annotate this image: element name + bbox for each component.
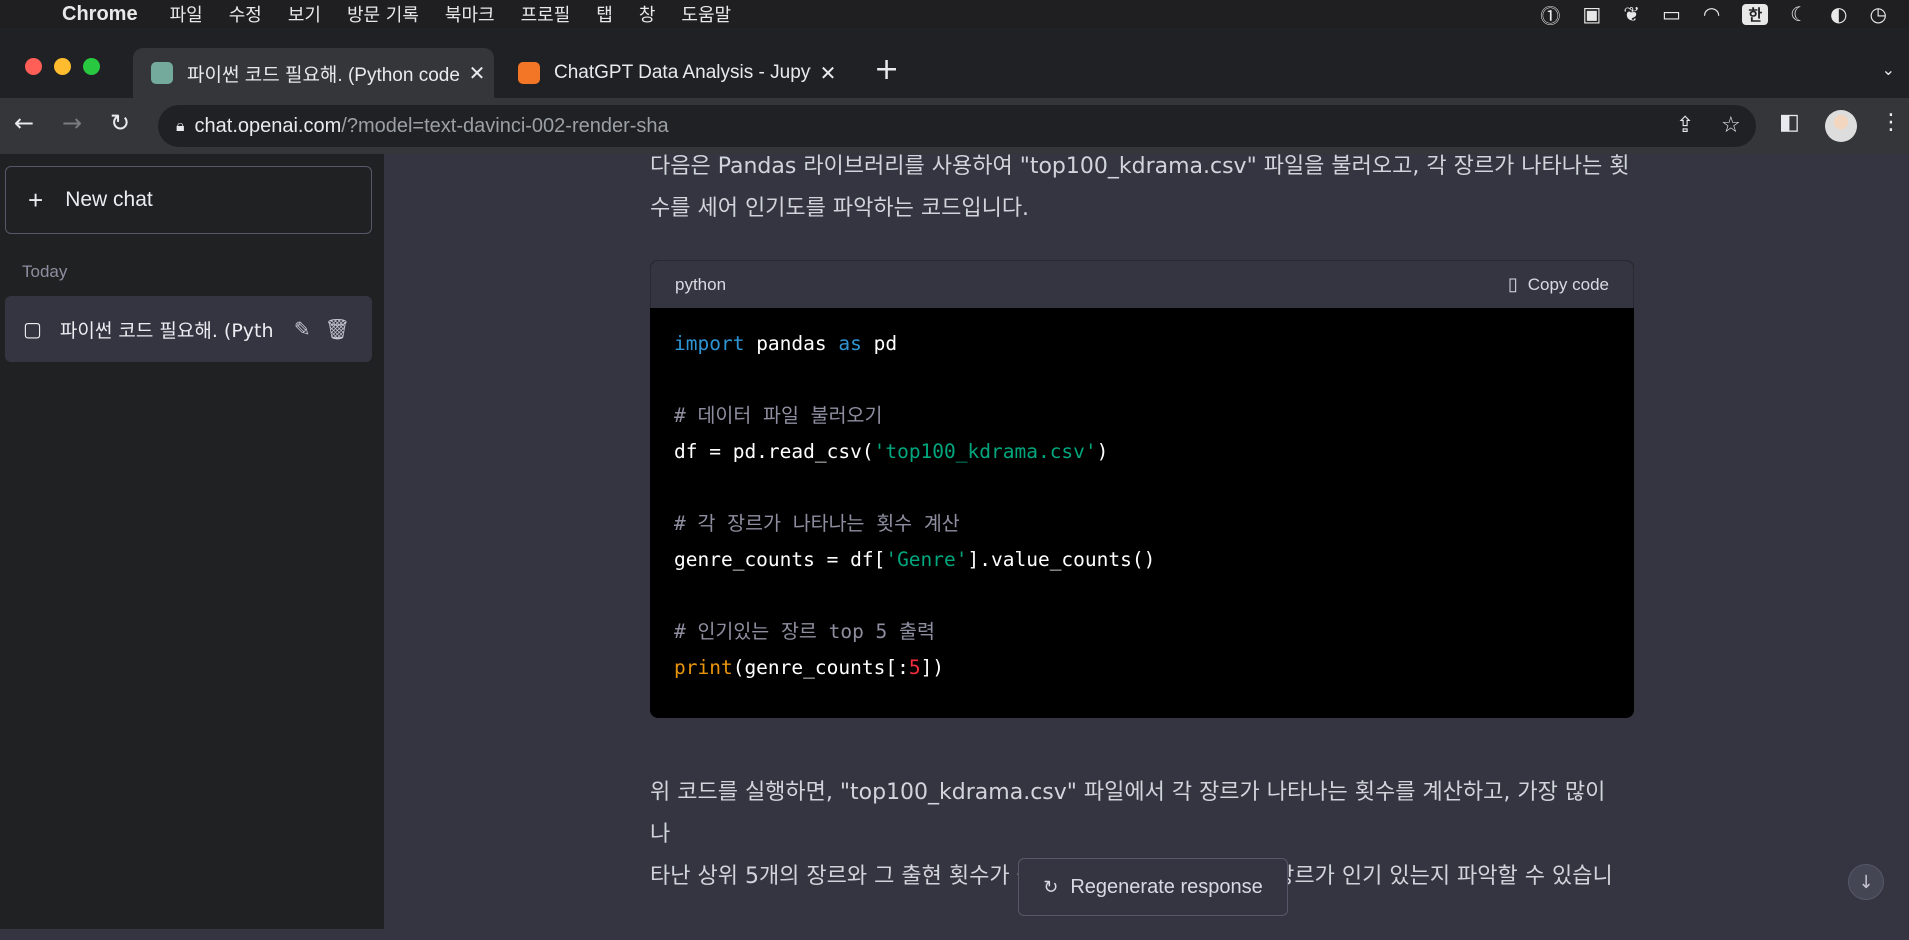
browser-tab-active[interactable]: 파이썬 코드 필요해. (Python code ✕ [133, 48, 494, 98]
intro-line: 수를 세어 인기도를 파악하는 코드입니다. [650, 196, 1030, 221]
edit-pencil-icon[interactable]: ✎ [294, 317, 311, 341]
one-password-icon[interactable]: ⓵ [1540, 0, 1560, 29]
chatgpt-favicon-icon [151, 62, 173, 84]
menubar-item-edit[interactable]: 수정 [229, 1, 262, 27]
moon-icon[interactable]: ☾ [1790, 2, 1808, 26]
regenerate-label: Regenerate response [1070, 875, 1263, 898]
forward-arrow-icon[interactable]: → [62, 109, 82, 137]
menubar-item-help[interactable]: 도움말 [681, 1, 731, 27]
chat-bubble-icon: ▢ [23, 317, 42, 341]
trash-icon[interactable]: 🗑︎ [325, 317, 350, 341]
feather-icon[interactable]: ❦ [1623, 2, 1640, 26]
browser-tab-inactive[interactable]: ChatGPT Data Analysis - Jupyt ✕ [500, 48, 845, 98]
control-center-icon[interactable]: ◐ [1830, 2, 1847, 26]
back-arrow-icon[interactable]: ← [14, 109, 34, 137]
menubar-status-area: ⓵ ▣ ❦ ▭ ◠ 한 ☾ ◐ ◷ [1540, 0, 1909, 28]
new-tab-plus-icon[interactable]: + [874, 52, 899, 87]
tab-title: ChatGPT Data Analysis - Jupyt [554, 62, 811, 83]
menubar-item-history[interactable]: 방문 기록 [347, 1, 419, 27]
menubar-item-file[interactable]: 파일 [170, 1, 203, 27]
refresh-icon: ↻ [1043, 876, 1059, 897]
browser-menu-icon[interactable]: ⋮ [1880, 110, 1902, 135]
tab-close-icon[interactable]: ✕ [811, 61, 845, 85]
scroll-down-arrow-icon[interactable]: ↓ [1848, 864, 1884, 900]
assistant-intro-paragraph: 다음은 Pandas 라이브러리를 사용하여 "top100_kdrama.cs… [650, 146, 1630, 230]
plus-icon: + [28, 184, 44, 215]
reload-icon[interactable]: ↻ [110, 109, 130, 137]
copy-code-label: Copy code [1527, 274, 1609, 294]
jupyter-favicon-icon [518, 62, 540, 84]
regenerate-response-button[interactable]: ↻ Regenerate response [1018, 858, 1288, 916]
code-language-label: python [675, 274, 727, 294]
conversation-title: 파이썬 코드 필요해. (Pyth [59, 319, 274, 342]
new-chat-button[interactable]: + New chat [5, 166, 372, 234]
window-zoom-button[interactable] [83, 58, 100, 75]
new-chat-label: New chat [65, 188, 153, 211]
menubar-item-profiles[interactable]: 프로필 [521, 1, 571, 27]
address-bar-url[interactable]: chat.openai.com/?model=text-davinci-002-… [195, 115, 669, 138]
code-content[interactable]: import pandas as pd # 데이터 파일 불러오기 df = p… [650, 308, 1634, 704]
bookmark-star-icon[interactable]: ☆ [1721, 113, 1741, 138]
menubar-item-window[interactable]: 창 [639, 1, 656, 27]
copy-code-button[interactable]: ▯ Copy code [1508, 274, 1609, 295]
menubar-app-name[interactable]: Chrome [62, 3, 138, 26]
wifi-icon[interactable]: ◠ [1703, 2, 1720, 26]
clock-icon[interactable]: ◷ [1870, 2, 1887, 26]
sidebar-section-today: Today [22, 262, 68, 281]
input-source-indicator[interactable]: 한 [1742, 3, 1769, 25]
code-block-header: python ▯ Copy code [650, 260, 1634, 308]
tab-search-chevron-icon[interactable]: ⌄ [1882, 60, 1895, 79]
side-panel-icon[interactable]: ◧ [1779, 110, 1800, 135]
macos-menubar: Chrome 파일 수정 보기 방문 기록 북마크 프로필 탭 창 도움말 ⓵ … [0, 0, 1909, 28]
address-bar[interactable]: 🔒︎ chat.openai.com/?model=text-davinci-0… [158, 105, 1756, 147]
outro-line: 위 코드를 실행하면, "top100_kdrama.csv" 파일에서 각 장… [650, 780, 1606, 847]
lock-icon[interactable]: 🔒︎ [176, 116, 185, 136]
menubar-item-bookmarks[interactable]: 북마크 [445, 1, 495, 27]
window-minimize-button[interactable] [54, 58, 71, 75]
conversation-item[interactable]: ▢ 파이썬 코드 필요해. (Pyth ✎ 🗑︎ [5, 296, 372, 362]
window-close-button[interactable] [25, 58, 42, 75]
camera-icon[interactable]: ▣ [1582, 2, 1601, 26]
intro-line: 다음은 Pandas 라이브러리를 사용하여 "top100_kdrama.cs… [650, 154, 1630, 179]
profile-avatar[interactable] [1825, 110, 1857, 142]
menubar-item-view[interactable]: 보기 [288, 1, 321, 27]
tab-close-icon[interactable]: ✕ [460, 61, 494, 85]
menubar-item-tab[interactable]: 탭 [596, 1, 613, 27]
code-block: python ▯ Copy code import pandas as pd #… [650, 260, 1634, 718]
battery-icon[interactable]: ▭ [1662, 2, 1681, 26]
clipboard-icon: ▯ [1507, 274, 1518, 294]
tab-title: 파이썬 코드 필요해. (Python code [187, 64, 460, 86]
share-icon[interactable]: ⇪ [1676, 113, 1694, 138]
